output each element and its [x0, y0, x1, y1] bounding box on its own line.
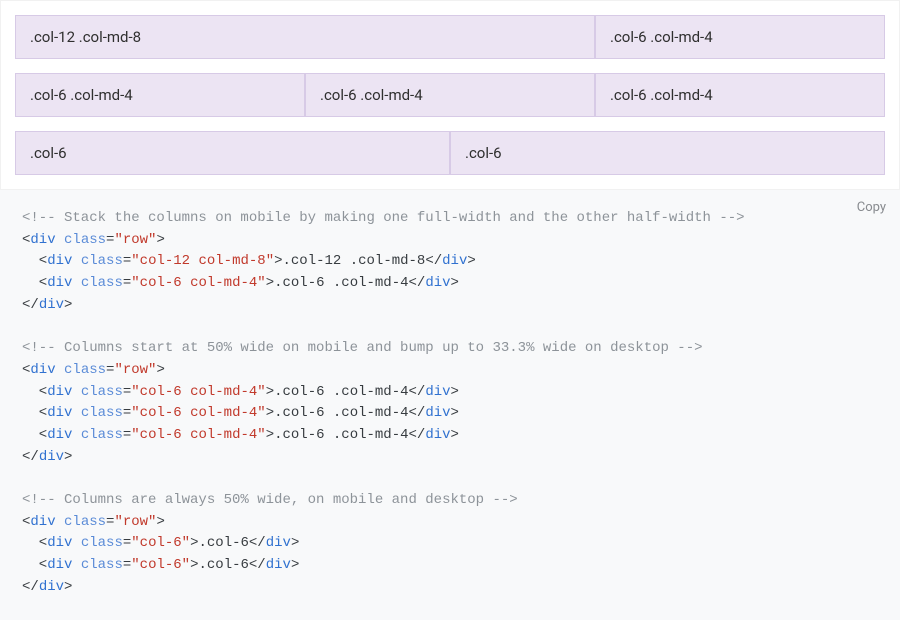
code-line: <!-- Stack the columns on mobile by maki… — [22, 208, 878, 230]
grid-column: .col-6 — [450, 131, 885, 175]
code-line: </div> — [22, 577, 878, 599]
code-example: Copy <!-- Stack the columns on mobile by… — [0, 190, 900, 620]
code-line: <!-- Columns start at 50% wide on mobile… — [22, 338, 878, 360]
grid-column: .col-12 .col-md-8 — [15, 15, 595, 59]
code-line: <div class="col-6 col-md-4">.col-6 .col-… — [22, 382, 878, 404]
code-line — [22, 316, 878, 338]
grid-column: .col-6 .col-md-4 — [595, 73, 885, 117]
grid-row: .col-6.col-6 — [15, 131, 885, 175]
grid-row: .col-6 .col-md-4.col-6 .col-md-4.col-6 .… — [15, 73, 885, 117]
code-line: <div class="col-12 col-md-8">.col-12 .co… — [22, 251, 878, 273]
code-line — [22, 468, 878, 490]
grid-column: .col-6 .col-md-4 — [15, 73, 305, 117]
code-line: <div class="col-6 col-md-4">.col-6 .col-… — [22, 425, 878, 447]
grid-column: .col-6 — [15, 131, 450, 175]
code-line: </div> — [22, 447, 878, 469]
code-line: <div class="row"> — [22, 230, 878, 252]
code-line: <div class="col-6">.col-6</div> — [22, 555, 878, 577]
code-line: <div class="row"> — [22, 512, 878, 534]
grid-example: .col-12 .col-md-8.col-6 .col-md-4.col-6 … — [0, 0, 900, 190]
code-line: <!-- Columns are always 50% wide, on mob… — [22, 490, 878, 512]
code-line: <div class="col-6 col-md-4">.col-6 .col-… — [22, 403, 878, 425]
grid-column: .col-6 .col-md-4 — [305, 73, 595, 117]
code-line: <div class="col-6 col-md-4">.col-6 .col-… — [22, 273, 878, 295]
grid-column: .col-6 .col-md-4 — [595, 15, 885, 59]
code-line: <div class="col-6">.col-6</div> — [22, 533, 878, 555]
grid-row: .col-12 .col-md-8.col-6 .col-md-4 — [15, 15, 885, 59]
copy-button[interactable]: Copy — [857, 198, 886, 218]
code-line: </div> — [22, 295, 878, 317]
code-line: <div class="row"> — [22, 360, 878, 382]
